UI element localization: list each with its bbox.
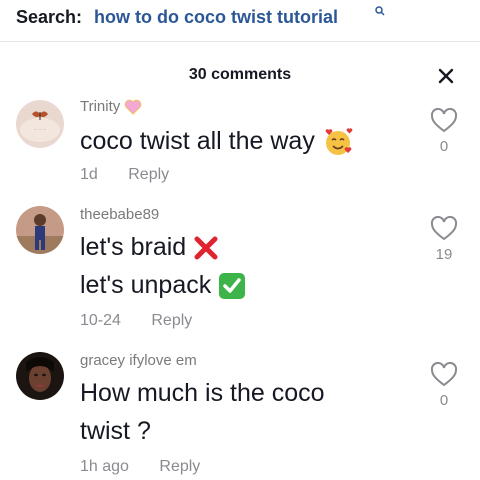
comment-item: theebabe89 let's braid let's unpack 10-2…	[0, 206, 480, 336]
comment-item: ~ ~ ~ Trinity coco twist all the way 1d …	[0, 98, 480, 198]
comment-line: How much is the coco	[80, 379, 325, 407]
avatar[interactable]: ~ ~ ~	[16, 100, 64, 148]
search-icon[interactable]	[375, 6, 385, 16]
cross-mark-icon	[194, 236, 218, 260]
comment-text: How much is the coco twist ?	[80, 374, 325, 450]
reply-button[interactable]: Reply	[159, 458, 200, 475]
comments-header: 30 comments	[0, 64, 480, 88]
avatar[interactable]	[16, 206, 64, 254]
comment-username[interactable]: gracey ifylove em	[80, 352, 197, 369]
comment-meta: 1d Reply	[80, 166, 169, 184]
search-bar[interactable]: Search: how to do coco twist tutorial	[0, 0, 480, 42]
comments-count: 30 comments	[188, 66, 292, 83]
comment-line: let's unpack	[80, 266, 246, 304]
comment-time: 1d	[80, 166, 98, 183]
avatar[interactable]	[16, 352, 64, 400]
check-mark-button-icon	[219, 273, 246, 300]
comment-item: gracey ifylove em How much is the coco t…	[0, 352, 480, 480]
comment-time: 1h ago	[80, 458, 129, 475]
comment-line: let's braid	[80, 228, 246, 266]
comment-meta: 1h ago Reply	[80, 458, 200, 476]
reply-button[interactable]: Reply	[151, 312, 192, 329]
like-button[interactable]: 19	[426, 216, 462, 263]
heart-outline-icon[interactable]	[430, 216, 458, 242]
smiling-face-with-hearts-icon	[325, 128, 353, 156]
svg-text:~ ~ ~: ~ ~ ~	[34, 127, 47, 132]
comment-username[interactable]: Trinity	[80, 98, 142, 115]
comment-line: twist ?	[80, 417, 151, 445]
avatar-image	[16, 206, 64, 254]
reply-button[interactable]: Reply	[128, 166, 169, 183]
comment-meta: 10-24 Reply	[80, 312, 192, 330]
search-query-link[interactable]: how to do coco twist tutorial	[94, 7, 338, 28]
heart-outline-icon[interactable]	[430, 108, 458, 134]
avatar-image: ~ ~ ~	[16, 100, 64, 148]
like-count: 19	[435, 246, 453, 263]
like-button[interactable]: 0	[426, 362, 462, 409]
heart-emoji-icon	[125, 99, 142, 115]
heart-outline-icon[interactable]	[430, 362, 458, 388]
like-count: 0	[439, 392, 449, 409]
comment-text: coco twist all the way	[80, 122, 354, 160]
comment-time: 10-24	[80, 312, 121, 329]
comment-text: let's braid let's unpack	[80, 228, 246, 304]
like-button[interactable]: 0	[426, 108, 462, 155]
close-icon[interactable]	[436, 66, 456, 86]
like-count: 0	[439, 138, 449, 155]
comment-username[interactable]: theebabe89	[80, 206, 159, 223]
avatar-image	[16, 352, 64, 400]
search-label: Search:	[16, 7, 83, 27]
